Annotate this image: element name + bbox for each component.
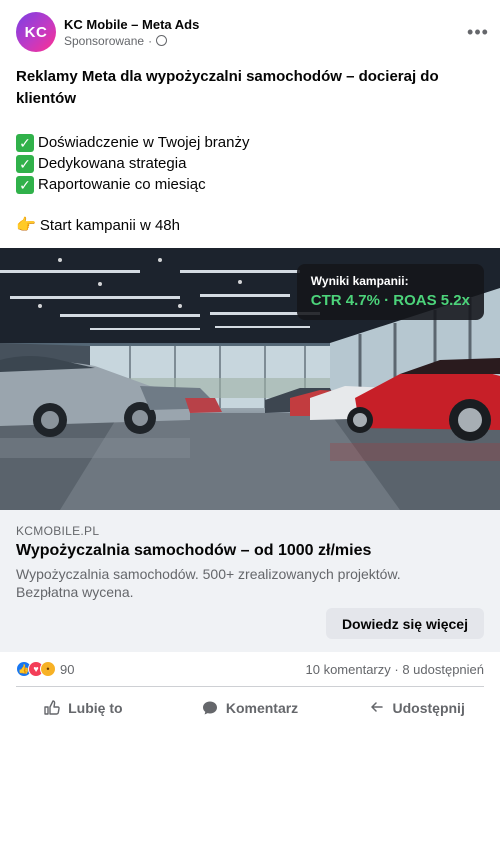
- sponsored-label[interactable]: Sponsorowane: [64, 33, 144, 49]
- like-button[interactable]: Lubię to: [0, 690, 167, 726]
- separator: ·: [148, 33, 153, 48]
- bullet-text: Doświadczenie w Twojej branży: [38, 133, 250, 151]
- comments-shares-count[interactable]: 10 komentarzy · 8 udostępnień: [306, 662, 485, 677]
- avatar[interactable]: KC: [16, 12, 56, 52]
- divider: [16, 686, 484, 687]
- badge-value: CTR 4.7% · ROAS 5.2x: [310, 292, 470, 309]
- comment-icon: [202, 700, 218, 716]
- link-description: Wypożyczalnia samochodów. 500+ zrealizow…: [16, 566, 401, 600]
- comment-label: Komentarz: [225, 700, 299, 716]
- link-domain: KCMOBILE.PL: [16, 524, 100, 538]
- pointing-hand-icon: 👉: [16, 216, 36, 234]
- post-text: Reklamy Meta dla wypożyczalni samochodów…: [16, 66, 456, 236]
- check-mark-icon: ✓: [16, 133, 34, 152]
- share-label: Udostępnij: [392, 700, 465, 716]
- like-label: Lubię to: [68, 700, 123, 716]
- bullet-text: Raportowanie co miesiąc: [38, 175, 206, 193]
- post-title: Reklamy Meta dla wypożyczalni samochodów…: [16, 68, 439, 107]
- reactions-bar: 👍 ♥ • 90 10 komentarzy · 8 udostępnień: [16, 652, 484, 686]
- cta-line-text: Start kampanii w 48h: [39, 216, 180, 234]
- check-mark-icon: ✓: [16, 175, 34, 194]
- link-preview[interactable]: KCMOBILE.PL Wypożyczalnia samochodów – o…: [0, 510, 500, 652]
- more-dots-icon[interactable]: •••: [464, 18, 492, 46]
- share-button[interactable]: Udostępnij: [333, 690, 500, 726]
- reaction-count[interactable]: 90: [60, 662, 74, 677]
- post-subline: Sponsorowane ·: [64, 33, 199, 49]
- bullet-line: ✓ Doświadczenie w Twojej branży: [16, 132, 456, 153]
- badge-title: Wyniki kampanii:: [310, 274, 409, 288]
- bullet-line: ✓ Raportowanie co miesiąc: [16, 174, 456, 195]
- avatar-initials: KC: [24, 23, 48, 41]
- check-mark-icon: ✓: [16, 154, 34, 173]
- learn-more-button[interactable]: Dowiedz się więcej: [325, 608, 484, 639]
- post-header: KC KC Mobile – Meta Ads Sponsorowane · •…: [16, 12, 488, 52]
- thumbs-up-icon: [44, 700, 60, 716]
- share-icon: [369, 700, 385, 716]
- bullet-line: ✓ Dedykowana strategia: [16, 153, 456, 174]
- post-actions: Lubię to Komentarz Udostępnij: [0, 690, 500, 726]
- reaction-icons[interactable]: 👍 ♥ •: [16, 661, 56, 677]
- link-title[interactable]: Wypożyczalnia samochodów – od 1000 zł/mi…: [16, 542, 371, 560]
- cta-line: 👉 Start kampanii w 48h: [16, 215, 456, 236]
- globe-icon: [156, 35, 168, 46]
- page-name[interactable]: KC Mobile – Meta Ads: [64, 16, 199, 33]
- wow-icon: •: [40, 661, 56, 677]
- post-meta: KC Mobile – Meta Ads Sponsorowane ·: [64, 16, 199, 49]
- comment-button[interactable]: Komentarz: [167, 690, 334, 726]
- ad-image[interactable]: Wyniki kampanii: CTR 4.7% · ROAS 5.2x: [0, 248, 500, 510]
- bullet-text: Dedykowana strategia: [38, 154, 187, 172]
- campaign-results-badge: Wyniki kampanii: CTR 4.7% · ROAS 5.2x: [296, 264, 484, 320]
